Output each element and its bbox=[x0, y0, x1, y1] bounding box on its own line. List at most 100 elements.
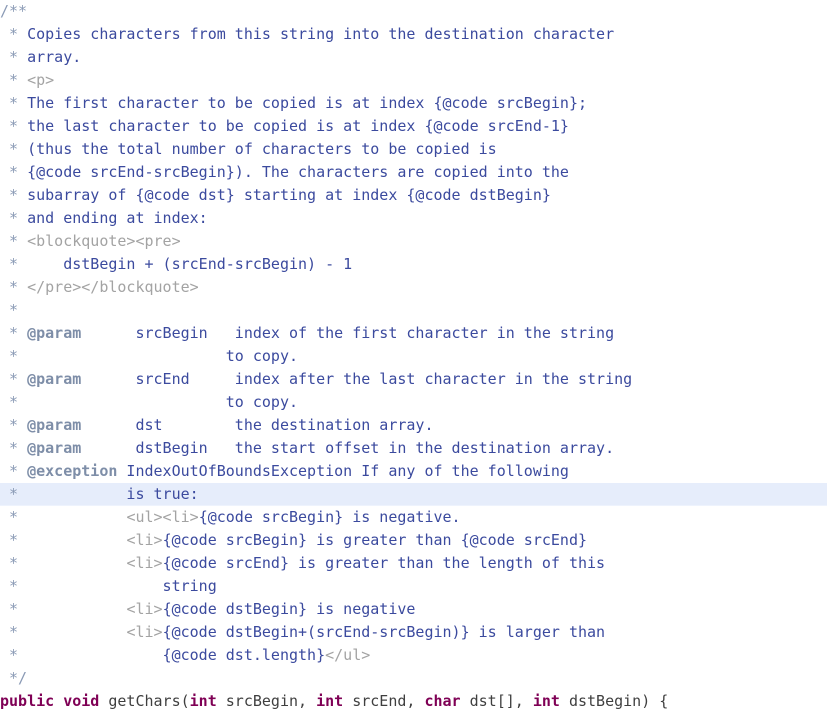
code-token: * bbox=[0, 186, 28, 204]
code-line[interactable]: * Copies characters from this string int… bbox=[0, 23, 827, 46]
code-line-current[interactable]: * is true: bbox=[0, 483, 827, 506]
code-line[interactable]: * bbox=[0, 299, 827, 322]
code-token: * bbox=[0, 163, 28, 181]
code-token: array. bbox=[27, 48, 82, 66]
code-line[interactable]: * and ending at index: bbox=[0, 207, 827, 230]
code-token: {@code dst.length} bbox=[27, 646, 326, 664]
code-token: {@code srcBegin} is greater than {@code … bbox=[162, 531, 588, 549]
code-token: <li> bbox=[126, 623, 163, 641]
code-line[interactable]: * the last character to be copied is at … bbox=[0, 115, 827, 138]
code-token: <p> bbox=[27, 71, 55, 89]
code-token: * bbox=[0, 117, 28, 135]
code-line[interactable]: * <p> bbox=[0, 69, 827, 92]
code-token: int bbox=[189, 692, 217, 710]
code-token: {@code dstBegin} is negative bbox=[162, 600, 416, 618]
code-token: The first character to be copied is at i… bbox=[27, 94, 588, 112]
code-line[interactable]: * @param srcEnd index after the last cha… bbox=[0, 368, 827, 391]
code-token: dstBegin + (srcEnd-srcBegin) - 1 bbox=[27, 255, 353, 273]
code-token: {@code dstBegin+(srcEnd-srcBegin)} is la… bbox=[162, 623, 606, 641]
code-token: * bbox=[0, 255, 28, 273]
code-token: {@code srcBegin} is negative. bbox=[198, 508, 461, 526]
code-token: /** bbox=[0, 2, 28, 20]
code-token: * bbox=[0, 324, 28, 342]
code-token: void bbox=[63, 692, 100, 710]
code-token: dstBegin) { bbox=[559, 692, 669, 710]
code-line[interactable]: * <li>{@code dstBegin+(srcEnd-srcBegin)}… bbox=[0, 621, 827, 644]
code-token: string bbox=[27, 577, 217, 595]
code-token: srcBegin, bbox=[216, 692, 317, 710]
code-token: * bbox=[0, 393, 28, 411]
code-line[interactable]: * </pre></blockquote> bbox=[0, 276, 827, 299]
code-token: <li> bbox=[126, 554, 163, 572]
code-token: Copies characters from this string into … bbox=[27, 25, 615, 43]
code-token: {@code srcEnd} is greater than the lengt… bbox=[162, 554, 606, 572]
code-token: * bbox=[0, 278, 28, 296]
code-token: srcEnd, bbox=[343, 692, 425, 710]
code-token: */ bbox=[0, 669, 28, 687]
code-token: * bbox=[0, 347, 28, 365]
code-editor-view[interactable]: /** * Copies characters from this string… bbox=[0, 0, 827, 712]
code-token: public bbox=[0, 692, 55, 710]
code-token: is true: bbox=[27, 485, 199, 503]
code-token: * bbox=[0, 600, 28, 618]
code-line[interactable]: * {@code srcEnd-srcBegin}). The characte… bbox=[0, 161, 827, 184]
code-token: * bbox=[0, 554, 28, 572]
code-token: IndexOutOfBoundsException If any of the … bbox=[117, 462, 569, 480]
code-token: * bbox=[0, 577, 28, 595]
code-line[interactable]: * The first character to be copied is at… bbox=[0, 92, 827, 115]
code-line[interactable]: * string bbox=[0, 575, 827, 598]
code-token: * bbox=[0, 462, 28, 480]
code-line[interactable]: * to copy. bbox=[0, 391, 827, 414]
code-token: * bbox=[0, 646, 28, 664]
code-line[interactable]: public void getChars(int srcBegin, int s… bbox=[0, 690, 827, 713]
code-line[interactable]: * (thus the total number of characters t… bbox=[0, 138, 827, 161]
code-line[interactable]: * @param srcBegin index of the first cha… bbox=[0, 322, 827, 345]
code-token: * bbox=[0, 508, 28, 526]
code-token: * bbox=[0, 140, 28, 158]
code-token: @param bbox=[27, 439, 82, 457]
code-line[interactable]: * to copy. bbox=[0, 345, 827, 368]
code-token: * bbox=[0, 71, 28, 89]
code-line[interactable]: * <blockquote><pre> bbox=[0, 230, 827, 253]
code-token: int bbox=[316, 692, 344, 710]
code-token: (thus the total number of characters to … bbox=[27, 140, 497, 158]
code-token: getChars( bbox=[99, 692, 190, 710]
code-token: * bbox=[0, 48, 28, 66]
code-token: <blockquote><pre> bbox=[27, 232, 181, 250]
code-line[interactable]: * <ul><li>{@code srcBegin} is negative. bbox=[0, 506, 827, 529]
code-token: * bbox=[0, 94, 28, 112]
code-line[interactable]: * @param dstBegin the start offset in th… bbox=[0, 437, 827, 460]
code-line[interactable]: * @param dst the destination array. bbox=[0, 414, 827, 437]
code-line[interactable]: /** bbox=[0, 0, 827, 23]
code-token: srcBegin index of the first character in… bbox=[81, 324, 615, 342]
code-line[interactable]: * subarray of {@code dst} starting at in… bbox=[0, 184, 827, 207]
code-token: <li> bbox=[126, 600, 163, 618]
code-line[interactable]: * array. bbox=[0, 46, 827, 69]
code-line[interactable]: * <li>{@code srcEnd} is greater than the… bbox=[0, 552, 827, 575]
code-line[interactable]: */ bbox=[0, 667, 827, 690]
code-token: </pre></blockquote> bbox=[27, 278, 199, 296]
code-line[interactable]: * <li>{@code srcBegin} is greater than {… bbox=[0, 529, 827, 552]
code-token: dst[], bbox=[460, 692, 533, 710]
code-token: * bbox=[0, 623, 28, 641]
code-line[interactable]: * {@code dst.length}</ul> bbox=[0, 644, 827, 667]
code-line[interactable]: * <li>{@code dstBegin} is negative bbox=[0, 598, 827, 621]
code-token: * bbox=[0, 370, 28, 388]
code-token: to copy. bbox=[27, 347, 299, 365]
code-token: srcEnd index after the last character in… bbox=[81, 370, 633, 388]
code-line[interactable]: * @exception IndexOutOfBoundsException I… bbox=[0, 460, 827, 483]
code-token: * bbox=[0, 485, 28, 503]
code-token: @exception bbox=[27, 462, 118, 480]
code-token: {@code srcEnd-srcBegin}). The characters… bbox=[27, 163, 569, 181]
code-token: dstBegin the start offset in the destina… bbox=[81, 439, 615, 457]
code-token: * bbox=[0, 232, 28, 250]
code-token: * bbox=[0, 209, 28, 227]
code-token: </ul> bbox=[325, 646, 371, 664]
code-line[interactable]: * dstBegin + (srcEnd-srcBegin) - 1 bbox=[0, 253, 827, 276]
code-token: * bbox=[0, 531, 28, 549]
code-token: to copy. bbox=[27, 393, 299, 411]
code-token: char bbox=[424, 692, 461, 710]
